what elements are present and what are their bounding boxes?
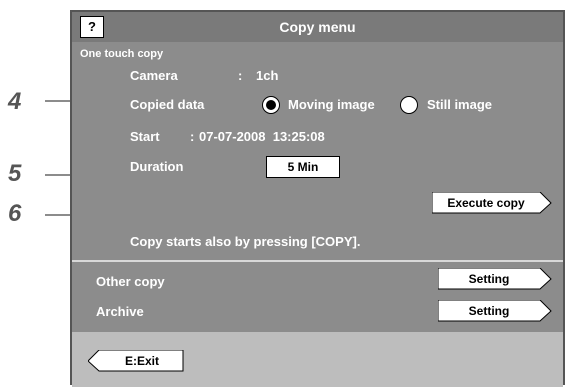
copied-data-label: Copied data <box>130 97 205 112</box>
execute-copy-label: Execute copy <box>447 196 525 210</box>
start-label: Start <box>130 129 160 144</box>
camera-label: Camera <box>130 68 178 83</box>
other-copy-setting-label: Setting <box>468 272 510 286</box>
footer-bar: E:Exit <box>72 332 563 387</box>
radio-still-image[interactable] <box>400 96 418 114</box>
other-copy-setting-button[interactable]: Setting <box>438 268 552 290</box>
execute-copy-button[interactable]: Execute copy <box>432 192 552 214</box>
duration-label: Duration <box>130 159 184 174</box>
still-image-label: Still image <box>427 97 493 112</box>
archive-setting-button[interactable]: Setting <box>438 300 552 322</box>
start-value: 07-07-2008 13:25:08 <box>199 129 325 144</box>
archive-label: Archive <box>96 304 144 319</box>
copy-menu-window: ? Copy menu One touch copy Camera : 1ch … <box>70 10 565 387</box>
moving-image-label: Moving image <box>288 97 375 112</box>
camera-sep: : <box>238 68 243 83</box>
one-touch-copy-section: One touch copy Camera : 1ch Copied data … <box>72 42 563 262</box>
title-bar: ? Copy menu <box>72 12 563 42</box>
camera-value: 1ch <box>256 68 279 83</box>
copy-hint: Copy starts also by pressing [COPY]. <box>130 234 361 249</box>
window-title: Copy menu <box>279 19 356 35</box>
section-label: One touch copy <box>80 48 164 60</box>
radio-moving-image[interactable] <box>262 96 280 114</box>
other-copy-label: Other copy <box>96 274 165 289</box>
exit-label: E:Exit <box>124 354 159 368</box>
exit-button[interactable]: E:Exit <box>88 350 184 372</box>
duration-field[interactable]: 5 Min <box>266 156 340 178</box>
archive-setting-label: Setting <box>468 304 510 318</box>
start-sep: : <box>190 129 195 144</box>
